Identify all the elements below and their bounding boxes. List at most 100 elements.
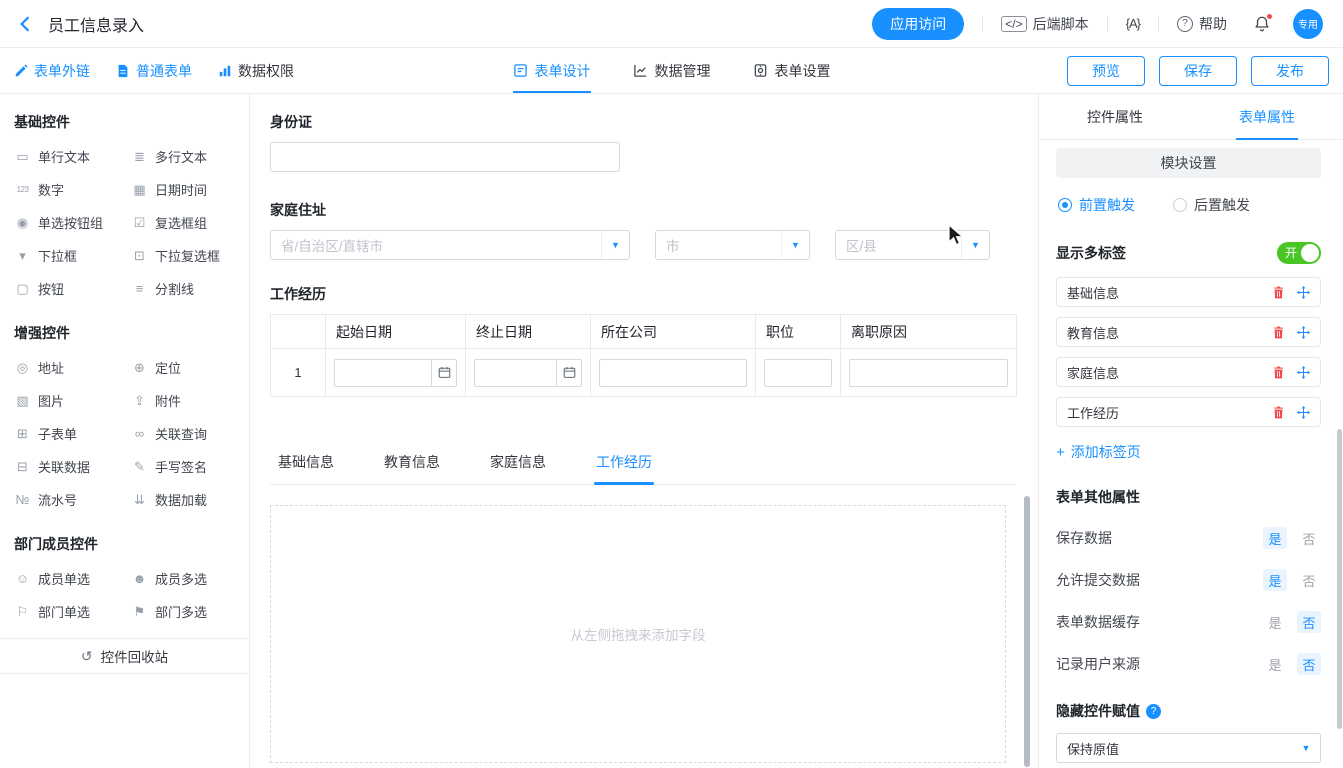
canvas-tab-3[interactable]: 工作经历 bbox=[594, 442, 654, 484]
tab-data-manage[interactable]: 数据管理 bbox=[633, 48, 711, 93]
control-label: 子表单 bbox=[38, 424, 77, 443]
control-address[interactable]: ◎地址 bbox=[14, 351, 131, 384]
delete-tag-icon[interactable] bbox=[1272, 366, 1285, 379]
canvas-tab-2[interactable]: 家庭信息 bbox=[488, 442, 548, 484]
control-subform[interactable]: ⊞子表单 bbox=[14, 417, 131, 450]
backend-script-button[interactable]: </> 后端脚本 bbox=[1001, 14, 1088, 34]
control-image[interactable]: ▧图片 bbox=[14, 384, 131, 417]
control-signature[interactable]: ✎手写签名 bbox=[131, 450, 249, 483]
calendar-icon[interactable] bbox=[431, 359, 457, 387]
idcard-input[interactable] bbox=[270, 142, 620, 172]
help-button[interactable]: ? 帮助 bbox=[1177, 14, 1227, 34]
recycle-bin[interactable]: ↺ 控件回收站 bbox=[0, 638, 249, 674]
yes-option[interactable]: 是 bbox=[1263, 611, 1287, 633]
back-button[interactable] bbox=[16, 15, 34, 33]
control-dept-single[interactable]: ⚐部门单选 bbox=[14, 595, 131, 628]
tab-form-settings[interactable]: 表单设置 bbox=[753, 48, 831, 93]
control-button[interactable]: ▢按钮 bbox=[14, 272, 131, 305]
user-avatar[interactable]: 专用 bbox=[1293, 9, 1323, 39]
notification-bell[interactable] bbox=[1253, 15, 1271, 33]
properties-panel: 控件属性 表单属性 模块设置 前置触发 后置触发 显示多标签 bbox=[1038, 94, 1343, 768]
image-icon: ▧ bbox=[14, 393, 31, 409]
district-select[interactable]: 区/县 ▼ bbox=[835, 230, 990, 260]
control-checkbox-group[interactable]: ☑复选框组 bbox=[131, 206, 249, 239]
multi-tab-toggle[interactable]: 开 bbox=[1277, 242, 1321, 264]
end-date-input[interactable] bbox=[474, 359, 556, 387]
calendar-icon[interactable] bbox=[556, 359, 582, 387]
no-option[interactable]: 否 bbox=[1297, 527, 1321, 549]
move-tag-icon[interactable] bbox=[1297, 326, 1310, 339]
control-single-line-text[interactable]: ▭单行文本 bbox=[14, 140, 131, 173]
question-badge-icon[interactable]: ? bbox=[1146, 704, 1161, 719]
normal-form-link[interactable]: 普通表单 bbox=[116, 61, 192, 81]
pre-trigger-radio[interactable]: 前置触发 bbox=[1058, 195, 1135, 215]
control-related-query[interactable]: ∞关联查询 bbox=[131, 417, 249, 450]
control-member-multi[interactable]: ☻成员多选 bbox=[131, 562, 249, 595]
yes-option[interactable]: 是 bbox=[1263, 653, 1287, 675]
canvas-tab-1[interactable]: 教育信息 bbox=[382, 442, 442, 484]
control-related-data[interactable]: ⊟关联数据 bbox=[14, 450, 131, 483]
form-external-link[interactable]: 表单外链 bbox=[14, 61, 90, 81]
control-datetime[interactable]: ▦日期时间 bbox=[131, 173, 249, 206]
row-index: 1 bbox=[271, 349, 326, 397]
control-attachment[interactable]: ⇪附件 bbox=[131, 384, 249, 417]
app-access-button[interactable]: 应用访问 bbox=[872, 8, 964, 40]
post-trigger-radio[interactable]: 后置触发 bbox=[1173, 195, 1250, 215]
leave-reason-input[interactable] bbox=[849, 359, 1008, 387]
control-multi-line-text[interactable]: ≣多行文本 bbox=[131, 140, 249, 173]
start-date-input[interactable] bbox=[334, 359, 431, 387]
member-single-icon: ☺ bbox=[14, 571, 31, 586]
control-divider[interactable]: ≡分割线 bbox=[131, 272, 249, 305]
panel-scrollbar[interactable] bbox=[1337, 429, 1342, 729]
city-select[interactable]: 市 ▼ bbox=[655, 230, 810, 260]
multi-tab-row: 显示多标签 开 bbox=[1056, 242, 1321, 264]
top-header: 员工信息录入 应用访问 </> 后端脚本 {A} ? 帮助 专用 bbox=[0, 0, 1343, 48]
control-label: 成员多选 bbox=[155, 569, 207, 588]
no-option[interactable]: 否 bbox=[1297, 611, 1321, 633]
add-tab-link[interactable]: + 添加标签页 bbox=[1056, 442, 1321, 462]
yes-option[interactable]: 是 bbox=[1263, 527, 1287, 549]
control-data-load[interactable]: ⇊数据加载 bbox=[131, 483, 249, 516]
module-settings-button[interactable]: 模块设置 bbox=[1056, 148, 1321, 178]
save-button[interactable]: 保存 bbox=[1159, 56, 1237, 86]
delete-tag-icon[interactable] bbox=[1272, 406, 1285, 419]
control-radio-group[interactable]: ◉单选按钮组 bbox=[14, 206, 131, 239]
canvas-tab-0[interactable]: 基础信息 bbox=[276, 442, 336, 484]
move-tag-icon[interactable] bbox=[1297, 286, 1310, 299]
canvas-scrollbar[interactable] bbox=[1024, 496, 1030, 767]
control-location[interactable]: ⊕定位 bbox=[131, 351, 249, 384]
control-select[interactable]: ▾下拉框 bbox=[14, 239, 131, 272]
no-option[interactable]: 否 bbox=[1297, 653, 1321, 675]
dropdown-arrow-icon[interactable]: ▼ bbox=[961, 231, 989, 259]
dropdown-arrow-icon[interactable]: ▼ bbox=[781, 231, 809, 259]
move-tag-icon[interactable] bbox=[1297, 406, 1310, 419]
delete-tag-icon[interactable] bbox=[1272, 286, 1285, 299]
control-number[interactable]: 123数字 bbox=[14, 173, 131, 206]
dropzone[interactable]: 从左侧拖拽来添加字段 bbox=[270, 505, 1006, 763]
tab-control-properties[interactable]: 控件属性 bbox=[1039, 94, 1191, 139]
dropdown-arrow-icon[interactable]: ▼ bbox=[601, 231, 629, 259]
tab-form-design[interactable]: 表单设计 bbox=[513, 48, 591, 93]
province-select[interactable]: 省/自治区/直辖市 ▼ bbox=[270, 230, 630, 260]
backend-script-label: 后端脚本 bbox=[1033, 14, 1089, 34]
form-external-link-label: 表单外链 bbox=[34, 61, 90, 81]
control-dept-multi[interactable]: ⚑部门多选 bbox=[131, 595, 249, 628]
move-tag-icon[interactable] bbox=[1297, 366, 1310, 379]
company-input[interactable] bbox=[599, 359, 747, 387]
control-multi-select[interactable]: ⊡下拉复选框 bbox=[131, 239, 249, 272]
publish-button[interactable]: 发布 bbox=[1251, 56, 1329, 86]
control-member-single[interactable]: ☺成员单选 bbox=[14, 562, 131, 595]
language-button[interactable]: {A} bbox=[1126, 16, 1140, 31]
data-load-icon: ⇊ bbox=[131, 492, 148, 508]
data-permission-link[interactable]: 数据权限 bbox=[218, 61, 294, 81]
hidden-assign-select[interactable]: 保持原值 ▼ bbox=[1056, 733, 1321, 763]
preview-button[interactable]: 预览 bbox=[1067, 56, 1145, 86]
serial-number-icon: № bbox=[14, 492, 31, 507]
tab-form-settings-label: 表单设置 bbox=[775, 61, 831, 81]
no-option[interactable]: 否 bbox=[1297, 569, 1321, 591]
control-serial-number[interactable]: №流水号 bbox=[14, 483, 131, 516]
delete-tag-icon[interactable] bbox=[1272, 326, 1285, 339]
yes-option[interactable]: 是 bbox=[1263, 569, 1287, 591]
position-input[interactable] bbox=[764, 359, 832, 387]
tab-form-properties[interactable]: 表单属性 bbox=[1191, 94, 1343, 139]
